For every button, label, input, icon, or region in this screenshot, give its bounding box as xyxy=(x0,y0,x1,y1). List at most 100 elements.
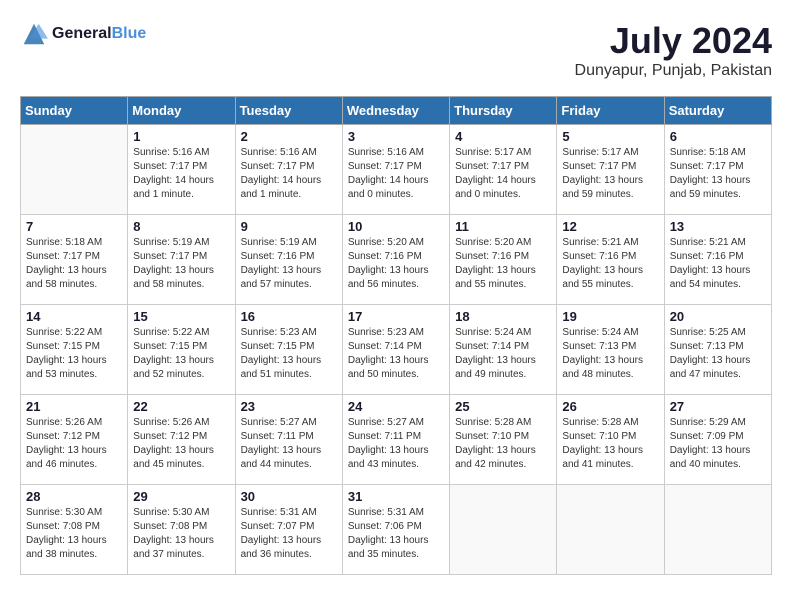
day-number: 16 xyxy=(241,309,337,324)
calendar-cell: 12 Sunrise: 5:21 AMSunset: 7:16 PMDaylig… xyxy=(557,215,664,305)
calendar-week-2: 7 Sunrise: 5:18 AMSunset: 7:17 PMDayligh… xyxy=(21,215,772,305)
day-info: Sunrise: 5:18 AMSunset: 7:17 PMDaylight:… xyxy=(670,146,766,202)
subtitle: Dunyapur, Punjab, Pakistan xyxy=(575,62,772,80)
col-saturday: Saturday xyxy=(664,97,771,125)
day-info: Sunrise: 5:21 AMSunset: 7:16 PMDaylight:… xyxy=(562,236,658,292)
day-number: 17 xyxy=(348,309,444,324)
day-number: 21 xyxy=(26,399,122,414)
day-number: 11 xyxy=(455,219,551,234)
calendar-cell: 8 Sunrise: 5:19 AMSunset: 7:17 PMDayligh… xyxy=(128,215,235,305)
day-number: 1 xyxy=(133,129,229,144)
day-number: 30 xyxy=(241,489,337,504)
calendar-cell: 5 Sunrise: 5:17 AMSunset: 7:17 PMDayligh… xyxy=(557,125,664,215)
logo: GeneralBlue xyxy=(20,20,146,48)
logo-text-general: General xyxy=(52,25,112,42)
day-number: 2 xyxy=(241,129,337,144)
col-tuesday: Tuesday xyxy=(235,97,342,125)
calendar-cell: 7 Sunrise: 5:18 AMSunset: 7:17 PMDayligh… xyxy=(21,215,128,305)
calendar-cell: 2 Sunrise: 5:16 AMSunset: 7:17 PMDayligh… xyxy=(235,125,342,215)
day-number: 3 xyxy=(348,129,444,144)
day-info: Sunrise: 5:23 AMSunset: 7:15 PMDaylight:… xyxy=(241,326,337,382)
logo-icon xyxy=(20,20,48,48)
col-friday: Friday xyxy=(557,97,664,125)
page-header: GeneralBlue July 2024 Dunyapur, Punjab, … xyxy=(20,20,772,80)
calendar-cell: 28 Sunrise: 5:30 AMSunset: 7:08 PMDaylig… xyxy=(21,485,128,575)
day-number: 14 xyxy=(26,309,122,324)
day-info: Sunrise: 5:21 AMSunset: 7:16 PMDaylight:… xyxy=(670,236,766,292)
day-info: Sunrise: 5:27 AMSunset: 7:11 PMDaylight:… xyxy=(241,416,337,472)
calendar-cell: 10 Sunrise: 5:20 AMSunset: 7:16 PMDaylig… xyxy=(342,215,449,305)
day-info: Sunrise: 5:20 AMSunset: 7:16 PMDaylight:… xyxy=(348,236,444,292)
day-number: 9 xyxy=(241,219,337,234)
day-info: Sunrise: 5:17 AMSunset: 7:17 PMDaylight:… xyxy=(455,146,551,202)
day-number: 29 xyxy=(133,489,229,504)
calendar-cell: 30 Sunrise: 5:31 AMSunset: 7:07 PMDaylig… xyxy=(235,485,342,575)
day-number: 24 xyxy=(348,399,444,414)
calendar-cell: 22 Sunrise: 5:26 AMSunset: 7:12 PMDaylig… xyxy=(128,395,235,485)
day-number: 27 xyxy=(670,399,766,414)
col-thursday: Thursday xyxy=(450,97,557,125)
calendar-week-5: 28 Sunrise: 5:30 AMSunset: 7:08 PMDaylig… xyxy=(21,485,772,575)
day-number: 6 xyxy=(670,129,766,144)
day-info: Sunrise: 5:26 AMSunset: 7:12 PMDaylight:… xyxy=(133,416,229,472)
day-info: Sunrise: 5:17 AMSunset: 7:17 PMDaylight:… xyxy=(562,146,658,202)
day-number: 8 xyxy=(133,219,229,234)
day-info: Sunrise: 5:18 AMSunset: 7:17 PMDaylight:… xyxy=(26,236,122,292)
calendar-cell: 16 Sunrise: 5:23 AMSunset: 7:15 PMDaylig… xyxy=(235,305,342,395)
day-number: 4 xyxy=(455,129,551,144)
header-row: Sunday Monday Tuesday Wednesday Thursday… xyxy=(21,97,772,125)
day-info: Sunrise: 5:25 AMSunset: 7:13 PMDaylight:… xyxy=(670,326,766,382)
calendar-cell: 20 Sunrise: 5:25 AMSunset: 7:13 PMDaylig… xyxy=(664,305,771,395)
day-info: Sunrise: 5:31 AMSunset: 7:06 PMDaylight:… xyxy=(348,506,444,562)
calendar-cell: 19 Sunrise: 5:24 AMSunset: 7:13 PMDaylig… xyxy=(557,305,664,395)
main-title: July 2024 xyxy=(575,20,772,62)
day-info: Sunrise: 5:16 AMSunset: 7:17 PMDaylight:… xyxy=(133,146,229,202)
day-info: Sunrise: 5:30 AMSunset: 7:08 PMDaylight:… xyxy=(133,506,229,562)
day-info: Sunrise: 5:29 AMSunset: 7:09 PMDaylight:… xyxy=(670,416,766,472)
day-number: 13 xyxy=(670,219,766,234)
col-sunday: Sunday xyxy=(21,97,128,125)
day-info: Sunrise: 5:19 AMSunset: 7:17 PMDaylight:… xyxy=(133,236,229,292)
calendar-cell: 9 Sunrise: 5:19 AMSunset: 7:16 PMDayligh… xyxy=(235,215,342,305)
calendar-cell: 6 Sunrise: 5:18 AMSunset: 7:17 PMDayligh… xyxy=(664,125,771,215)
day-info: Sunrise: 5:24 AMSunset: 7:14 PMDaylight:… xyxy=(455,326,551,382)
calendar-cell: 18 Sunrise: 5:24 AMSunset: 7:14 PMDaylig… xyxy=(450,305,557,395)
calendar-week-1: 1 Sunrise: 5:16 AMSunset: 7:17 PMDayligh… xyxy=(21,125,772,215)
day-number: 28 xyxy=(26,489,122,504)
calendar-cell: 3 Sunrise: 5:16 AMSunset: 7:17 PMDayligh… xyxy=(342,125,449,215)
day-number: 22 xyxy=(133,399,229,414)
day-info: Sunrise: 5:31 AMSunset: 7:07 PMDaylight:… xyxy=(241,506,337,562)
col-monday: Monday xyxy=(128,97,235,125)
calendar-cell: 13 Sunrise: 5:21 AMSunset: 7:16 PMDaylig… xyxy=(664,215,771,305)
calendar-cell: 25 Sunrise: 5:28 AMSunset: 7:10 PMDaylig… xyxy=(450,395,557,485)
day-number: 5 xyxy=(562,129,658,144)
day-info: Sunrise: 5:27 AMSunset: 7:11 PMDaylight:… xyxy=(348,416,444,472)
day-number: 12 xyxy=(562,219,658,234)
col-wednesday: Wednesday xyxy=(342,97,449,125)
day-number: 18 xyxy=(455,309,551,324)
calendar-week-4: 21 Sunrise: 5:26 AMSunset: 7:12 PMDaylig… xyxy=(21,395,772,485)
day-number: 23 xyxy=(241,399,337,414)
calendar-cell: 11 Sunrise: 5:20 AMSunset: 7:16 PMDaylig… xyxy=(450,215,557,305)
day-info: Sunrise: 5:20 AMSunset: 7:16 PMDaylight:… xyxy=(455,236,551,292)
day-number: 7 xyxy=(26,219,122,234)
calendar-table: Sunday Monday Tuesday Wednesday Thursday… xyxy=(20,96,772,575)
day-info: Sunrise: 5:19 AMSunset: 7:16 PMDaylight:… xyxy=(241,236,337,292)
day-info: Sunrise: 5:26 AMSunset: 7:12 PMDaylight:… xyxy=(26,416,122,472)
calendar-cell: 26 Sunrise: 5:28 AMSunset: 7:10 PMDaylig… xyxy=(557,395,664,485)
day-number: 19 xyxy=(562,309,658,324)
calendar-cell: 24 Sunrise: 5:27 AMSunset: 7:11 PMDaylig… xyxy=(342,395,449,485)
calendar-cell: 1 Sunrise: 5:16 AMSunset: 7:17 PMDayligh… xyxy=(128,125,235,215)
logo-text-blue: Blue xyxy=(112,25,147,42)
day-info: Sunrise: 5:28 AMSunset: 7:10 PMDaylight:… xyxy=(562,416,658,472)
day-info: Sunrise: 5:22 AMSunset: 7:15 PMDaylight:… xyxy=(133,326,229,382)
day-info: Sunrise: 5:30 AMSunset: 7:08 PMDaylight:… xyxy=(26,506,122,562)
day-number: 10 xyxy=(348,219,444,234)
calendar-cell: 14 Sunrise: 5:22 AMSunset: 7:15 PMDaylig… xyxy=(21,305,128,395)
calendar-cell: 31 Sunrise: 5:31 AMSunset: 7:06 PMDaylig… xyxy=(342,485,449,575)
calendar-week-3: 14 Sunrise: 5:22 AMSunset: 7:15 PMDaylig… xyxy=(21,305,772,395)
day-info: Sunrise: 5:23 AMSunset: 7:14 PMDaylight:… xyxy=(348,326,444,382)
day-number: 25 xyxy=(455,399,551,414)
calendar-cell: 17 Sunrise: 5:23 AMSunset: 7:14 PMDaylig… xyxy=(342,305,449,395)
day-number: 26 xyxy=(562,399,658,414)
